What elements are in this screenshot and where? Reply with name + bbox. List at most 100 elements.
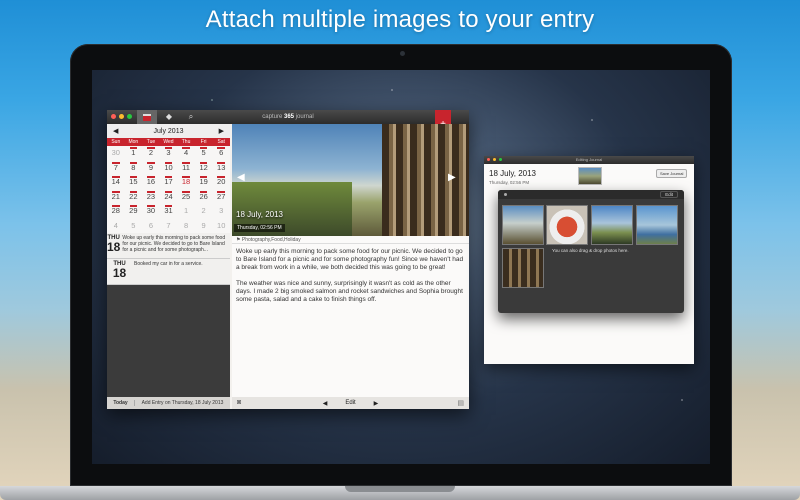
edit-close-button[interactable] [487, 158, 490, 161]
weekday-label: Fri [200, 139, 207, 145]
calendar-day[interactable]: 2 [142, 146, 160, 161]
calendar-day[interactable]: 15 [125, 175, 143, 190]
calendar-day[interactable]: 3 [212, 204, 230, 219]
calendar-day[interactable]: 13 [212, 161, 230, 176]
calendar-day[interactable]: 4 [177, 146, 195, 161]
editing-titlebar: Editing Journal [484, 156, 694, 164]
calendar-day[interactable]: 6 [142, 219, 160, 234]
calendar-day[interactable]: 1 [125, 146, 143, 161]
calendar-day[interactable]: 27 [212, 190, 230, 205]
calendar-day[interactable]: 14 [107, 175, 125, 190]
weekday-label: Wed [163, 139, 174, 145]
weekday-label: Sat [217, 139, 225, 145]
entry-paragraph-2: The weather was nice and sunny, surprisi… [236, 280, 463, 303]
calendar-day[interactable]: 12 [195, 161, 213, 176]
calendar-day[interactable]: 29 [125, 204, 143, 219]
calendar-day[interactable]: 21 [107, 190, 125, 205]
calendar-day[interactable]: 5 [195, 146, 213, 161]
popup-dot-icon [504, 193, 507, 196]
entry-time: Thursday, 02:56 PM [234, 224, 285, 232]
calendar-day[interactable]: 3 [160, 146, 178, 161]
entry-list-item[interactable]: THU 18 Woke up early this morning to pack … [107, 233, 230, 259]
prev-entry-button[interactable]: ◀ [323, 400, 328, 407]
photo-thumb[interactable] [502, 205, 544, 245]
entry-list: THU 18 Woke up early this morning to pack … [107, 233, 230, 285]
calendar-day[interactable]: 23 [142, 190, 160, 205]
entry-photo[interactable]: ◀ ▶ 18 July, 2013 Thursday, 02:56 PM [232, 124, 469, 236]
entry-preview: Woke up early this morning to pack some … [122, 235, 226, 253]
photo-thumb[interactable] [502, 248, 544, 288]
calendar-day[interactable]: 19 [195, 175, 213, 190]
calendar-day[interactable]: 9 [195, 219, 213, 234]
weekday-label: Mon [128, 139, 139, 145]
entry-body[interactable]: Woke up early this morning to pack some … [232, 244, 469, 316]
titlebar: ◆ ⌕ capture 365 journal [107, 110, 469, 124]
headline: Attach multiple images to your entry [205, 6, 595, 33]
calendar-day[interactable]: 7 [107, 161, 125, 176]
trash-icon[interactable]: ▤ [457, 399, 464, 407]
calendar-day[interactable]: 9 [142, 161, 160, 176]
calendar-day[interactable]: 11 [177, 161, 195, 176]
calendar-day[interactable]: 25 [177, 190, 195, 205]
calendar-day[interactable]: 30 [107, 146, 125, 161]
weekday-label: Tue [146, 139, 156, 145]
month-title: July 2013 [153, 127, 184, 135]
photo-picker-popup: Edit You can also drag & drop photos her… [498, 190, 684, 313]
calendar-day[interactable]: 26 [195, 190, 213, 205]
desktop-screen: ◆ ⌕ capture 365 journal + ◀ July 2013 ▶ … [92, 70, 710, 464]
calendar-day[interactable]: 30 [142, 204, 160, 219]
entry-preview: Booked my car in for a service. [134, 261, 203, 267]
add-entry-button[interactable]: Add Entry on Thursday, 18 July 2013 [135, 400, 230, 406]
calendar-day[interactable]: 10 [212, 219, 230, 234]
photo-next-button[interactable]: ▶ [448, 172, 456, 183]
prev-month-button[interactable]: ◀ [113, 127, 118, 135]
calendar-day[interactable]: 6 [212, 146, 230, 161]
next-month-button[interactable]: ▶ [219, 127, 224, 135]
photo-prev-button[interactable]: ◀ [237, 172, 245, 183]
calendar-day[interactable]: 31 [160, 204, 178, 219]
calendar-day[interactable]: 5 [125, 219, 143, 234]
app-title: capture 365 journal [262, 114, 314, 120]
calendar-day[interactable]: 16 [142, 175, 160, 190]
edit-zoom-button[interactable] [499, 158, 502, 161]
save-journal-button[interactable]: Save Journal [656, 169, 688, 178]
edit-button[interactable]: Edit [345, 400, 355, 406]
calendar-day[interactable]: 4 [107, 219, 125, 234]
edit-photo-thumb[interactable] [578, 167, 602, 185]
calendar-day[interactable]: 22 [125, 190, 143, 205]
calendar-day[interactable]: 10 [160, 161, 178, 176]
photo-thumb[interactable] [636, 205, 678, 245]
calendar-day[interactable]: 28 [107, 204, 125, 219]
laptop-notch [345, 486, 455, 492]
calendar-day[interactable]: 17 [160, 175, 178, 190]
calendar-day[interactable]: 1 [177, 204, 195, 219]
entry-detail: ◀ ▶ 18 July, 2013 Thursday, 02:56 PM ⚑ P… [232, 124, 469, 409]
camera-icon[interactable]: ◙ [237, 399, 241, 406]
calendar-day[interactable]: 20 [212, 175, 230, 190]
photo-thumb[interactable] [546, 205, 588, 245]
weekday-label: Thu [181, 139, 191, 145]
calendar-day[interactable]: 24 [160, 190, 178, 205]
next-entry-button[interactable]: ▶ [374, 400, 379, 407]
entry-date: 18 July, 2013 [236, 210, 283, 219]
calendar-day[interactable]: 8 [125, 161, 143, 176]
entry-list-item[interactable]: THU 18 Booked my car in for a service. [107, 259, 230, 285]
today-button[interactable]: Today [107, 400, 135, 406]
calendar-day[interactable]: 8 [177, 219, 195, 234]
popup-bar: Edit [498, 190, 684, 199]
entry-day-number: 18 [107, 240, 121, 254]
calendar-grid: 30 1 2 3 4 5 6 7 8 9 10 11 12 13 14 15 16 17 18 19 20 21 22 23 2… [107, 146, 230, 233]
entry-tags[interactable]: ⚑ Photography,Food,Holiday [232, 236, 469, 244]
edit-window-controls [487, 158, 502, 161]
edit-minimize-button[interactable] [493, 158, 496, 161]
calendar-day[interactable]: 7 [160, 219, 178, 234]
camera-dot [400, 51, 405, 56]
photo-thumb[interactable] [591, 205, 633, 245]
calendar-day[interactable]: 18 [177, 175, 195, 190]
edit-date: 18 July, 2013 [489, 169, 536, 178]
popup-edit-button[interactable]: Edit [660, 191, 678, 198]
calendar-day[interactable]: 2 [195, 204, 213, 219]
journal-window: ◆ ⌕ capture 365 journal + ◀ July 2013 ▶ … [107, 110, 469, 409]
calendar-panel: ◀ July 2013 ▶ Sun Mon Tue Wed Thu Fri Sat 30 1 2… [107, 124, 230, 409]
month-header: ◀ July 2013 ▶ [107, 124, 230, 138]
